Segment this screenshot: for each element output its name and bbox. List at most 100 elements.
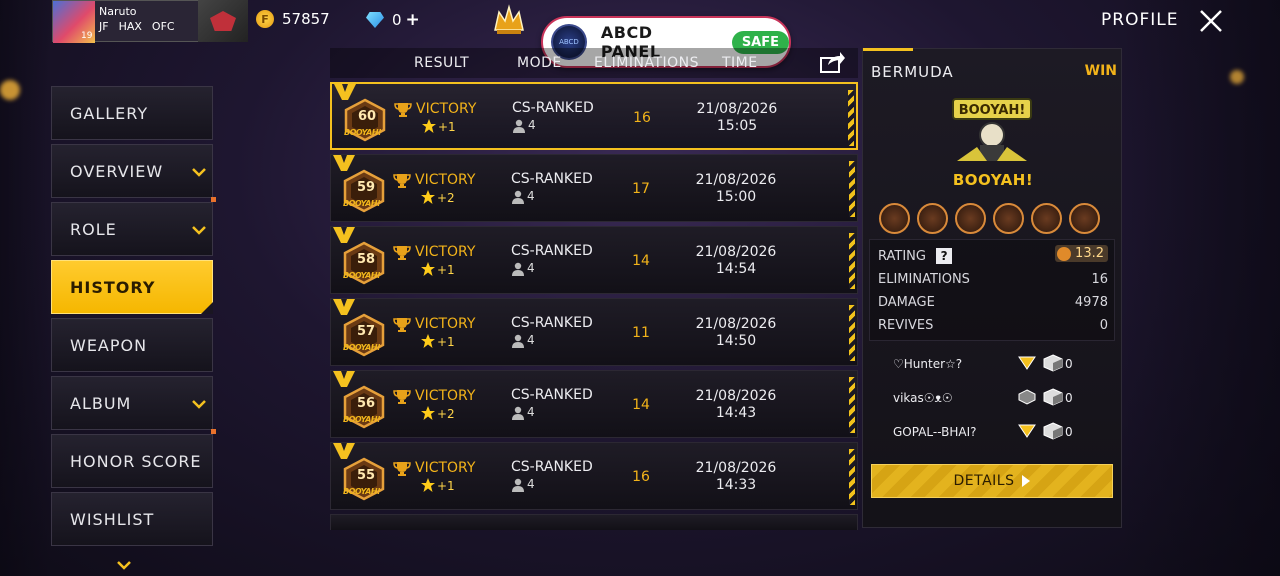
rank-star-delta: +2: [437, 191, 455, 205]
cube-icon: [1043, 388, 1063, 406]
row-edge-stripe: [849, 377, 855, 433]
scroll-down-chevron-icon[interactable]: [117, 560, 131, 570]
teammate-name: vikas☉ᴥ☉: [893, 391, 953, 405]
diamond-amount: 0: [392, 11, 402, 29]
match-mode: CS-RANKED: [511, 171, 593, 187]
match-result: VICTORY: [415, 388, 476, 404]
achievement-badge-icon[interactable]: [879, 203, 910, 234]
history-table-header: RESULT MODE ELIMINATIONS TIME: [330, 48, 858, 78]
match-rank-number: 56: [356, 396, 376, 411]
match-row[interactable]: 59 BOOYAH! VICTORY +2 CS-RANKED 4 17 21/…: [330, 154, 858, 222]
sidebar-item-label: HONOR SCORE: [70, 451, 202, 471]
gold-counter[interactable]: F 57857: [256, 10, 330, 28]
sidebar: GALLERY OVERVIEW ROLE HISTORY WEAPON ALB…: [51, 86, 216, 550]
medal-caption: BOOYAH!: [343, 199, 381, 208]
row-edge-stripe: [849, 233, 855, 289]
party-size-icon: [512, 478, 524, 492]
sidebar-item-gallery[interactable]: GALLERY: [51, 86, 213, 140]
sidebar-item-weapon[interactable]: WEAPON: [51, 318, 213, 372]
add-diamond-button[interactable]: +: [406, 10, 420, 30]
panel-accent-line: [863, 48, 913, 51]
background-light: [0, 80, 20, 100]
trophy-icon: [393, 390, 411, 404]
sidebar-item-honor-score[interactable]: HONOR SCORE: [51, 429, 216, 488]
sidebar-item-role[interactable]: ROLE: [51, 197, 216, 256]
trophy-icon: [393, 246, 411, 260]
teammate-row[interactable]: GOPAL--BHAI? 0: [869, 415, 1115, 449]
teammate-row[interactable]: ♡Hunter☆? 0: [869, 347, 1115, 381]
crown-rank-icon[interactable]: [492, 4, 526, 36]
party-size: 4: [527, 405, 535, 419]
player-tag: HAX: [118, 20, 142, 33]
details-button-label: DETAILS: [953, 473, 1015, 489]
star-icon: [421, 406, 435, 420]
sidebar-item-label: WISHLIST: [70, 509, 155, 529]
play-arrow-icon: [1022, 475, 1031, 487]
help-icon[interactable]: ?: [936, 248, 953, 264]
cube-icon: [1043, 422, 1063, 440]
stat-label: REVIVES: [878, 318, 934, 333]
sidebar-item-wishlist[interactable]: WISHLIST: [51, 492, 213, 546]
achievement-badge-icon[interactable]: [917, 203, 948, 234]
match-datetime: 21/08/2026 14:54: [686, 244, 786, 278]
achievement-badge-icon[interactable]: [1031, 203, 1062, 234]
close-icon[interactable]: [1198, 8, 1224, 34]
trophy-icon: [393, 174, 411, 188]
teammate-row[interactable]: vikas☉ᴥ☉ 0: [869, 381, 1115, 415]
match-result: VICTORY: [415, 172, 476, 188]
match-time: 14:50: [715, 333, 757, 349]
match-mode: CS-RANKED: [511, 459, 593, 475]
player-name: Naruto: [99, 5, 137, 18]
star-icon: [421, 334, 435, 348]
match-time: 14:33: [715, 477, 757, 493]
sidebar-item-overview[interactable]: OVERVIEW: [51, 144, 213, 198]
match-row[interactable]: 58 BOOYAH! VICTORY +1 CS-RANKED 4 14 21/…: [330, 226, 858, 294]
match-datetime: 21/08/2026 14:43: [686, 388, 786, 422]
booyah-character-art: BOOYAH!: [952, 98, 1032, 161]
sidebar-item-label: ROLE: [70, 219, 117, 239]
rank-badge-icon[interactable]: [198, 0, 248, 42]
booyah-art-text: BOOYAH!: [959, 103, 1026, 118]
achievement-badge-icon[interactable]: [993, 203, 1024, 234]
match-row-partial[interactable]: [330, 514, 858, 530]
achievement-badge-icon[interactable]: [1069, 203, 1100, 234]
gold-coin-icon: F: [256, 10, 274, 28]
match-eliminations: 17: [632, 181, 650, 197]
share-icon[interactable]: [818, 50, 846, 74]
match-stats: RATING ? 13.2 ELIMINATIONS 16 DAMAGE 497…: [869, 239, 1115, 341]
match-eliminations: 16: [633, 110, 651, 126]
column-header-eliminations: ELIMINATIONS: [594, 55, 700, 71]
match-date: 21/08/2026: [695, 244, 777, 260]
trophy-icon: [393, 318, 411, 332]
party-size-icon: [512, 262, 524, 276]
avatar: 19: [53, 1, 95, 43]
row-edge-stripe: [848, 90, 854, 146]
cube-icon: [1043, 354, 1063, 372]
match-row[interactable]: 56 BOOYAH! VICTORY +2 CS-RANKED 4 14 21/…: [330, 370, 858, 438]
stat-value: 4978: [1074, 295, 1108, 310]
match-date: 21/08/2026: [695, 172, 777, 188]
match-row[interactable]: 55 BOOYAH! VICTORY +1 CS-RANKED 4 16 21/…: [330, 442, 858, 510]
sidebar-item-history[interactable]: HISTORY: [51, 260, 213, 314]
match-result: VICTORY: [415, 316, 476, 332]
stat-revives: REVIVES 0: [878, 318, 1108, 333]
medal-caption: BOOYAH!: [344, 128, 382, 137]
achievement-badge-icon[interactable]: [955, 203, 986, 234]
sidebar-item-label: HISTORY: [70, 277, 156, 297]
match-result: VICTORY: [415, 244, 476, 260]
match-date: 21/08/2026: [695, 388, 777, 404]
match-mode: CS-RANKED: [511, 387, 593, 403]
rank-star-delta: +1: [437, 479, 455, 493]
player-tags: JF HAX OFC: [99, 19, 175, 34]
sidebar-item-album[interactable]: ALBUM: [51, 376, 213, 430]
player-tag: OFC: [151, 20, 175, 33]
diamond-counter[interactable]: 0 +: [366, 10, 420, 30]
details-button[interactable]: DETAILS: [871, 464, 1113, 498]
match-detail-panel: BERMUDA WIN BOOYAH! BOOYAH! RATING ? 13.…: [862, 48, 1122, 528]
star-icon: [421, 190, 435, 204]
match-row[interactable]: 60 BOOYAH! VICTORY +1 CS-RANKED 4 16 21/…: [330, 82, 858, 150]
match-datetime: 21/08/2026 15:00: [686, 172, 786, 206]
match-row[interactable]: 57 BOOYAH! VICTORY +1 CS-RANKED 4 11 21/…: [330, 298, 858, 366]
chevron-down-icon: [192, 226, 206, 235]
rank-star-delta: +1: [437, 263, 455, 277]
